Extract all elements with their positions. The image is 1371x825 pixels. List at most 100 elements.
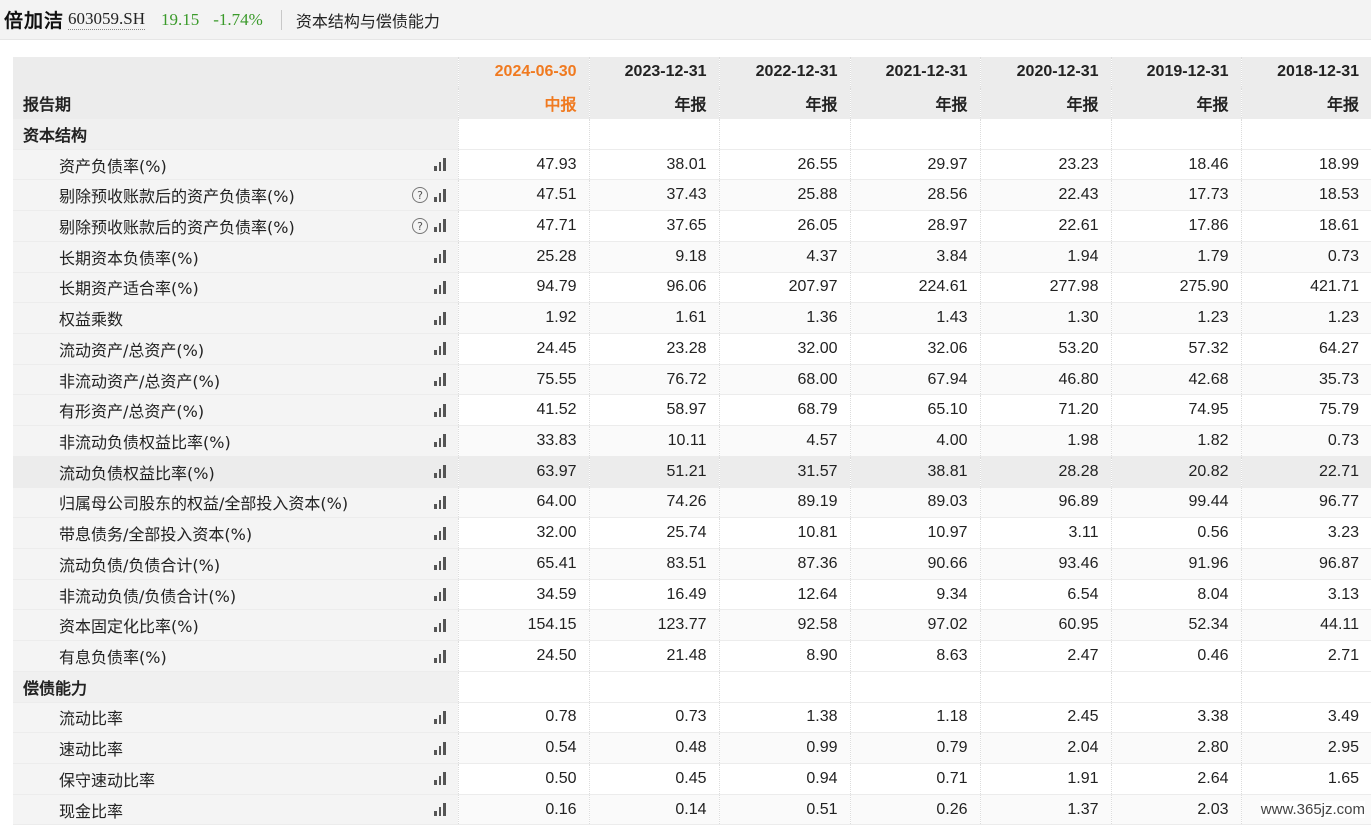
metric-name: 权益乘数 [59, 310, 124, 330]
report-type: 中报 [457, 87, 589, 119]
bar-chart-icon[interactable] [434, 434, 446, 448]
metric-name: 带息债务/全部投入资本(%) [59, 525, 253, 545]
table-row[interactable]: 非流动负债/负债合计(%) 34.59 16.49 12.64 9.34 6.54 8.04… [13, 579, 1371, 611]
table-row[interactable]: 速动比率 0.54 0.48 0.99 0.79 2.04 2.80 2.95 [13, 732, 1371, 765]
bar-chart-icon[interactable] [434, 557, 446, 571]
date-header[interactable]: 2018-12-31 [1240, 57, 1371, 89]
value-cell: 26.55 [718, 149, 850, 181]
table-row[interactable]: 长期资产适合率(%) 94.79 96.06 207.97 224.61 277.98 27… [13, 272, 1371, 304]
value-cell: 18.53 [1240, 179, 1371, 212]
date-header[interactable]: 2019-12-31 [1110, 57, 1241, 89]
table-row[interactable]: 剔除预收账款后的资产负债率(%)? 47.71 37.65 26.05 28.97 22.… [13, 210, 1371, 242]
bar-chart-icon[interactable] [434, 403, 446, 417]
bar-chart-icon[interactable] [434, 741, 446, 755]
value-cell: 47.51 [457, 179, 589, 212]
value-cell: 46.80 [979, 364, 1111, 396]
table-row[interactable]: 带息债务/全部投入资本(%) 32.00 25.74 10.81 10.97 3.11 0.… [13, 517, 1371, 549]
value-cell: 1.30 [979, 302, 1111, 334]
value-cell: 28.97 [849, 210, 980, 242]
bar-chart-icon[interactable] [434, 373, 446, 387]
report-type: 年报 [718, 87, 850, 119]
value-cell: 17.73 [1110, 179, 1241, 212]
value-cell: 35.73 [1240, 364, 1371, 396]
value-cell: 20.82 [1110, 456, 1241, 488]
bar-chart-icon[interactable] [434, 803, 446, 817]
table-row[interactable]: 归属母公司股东的权益/全部投入资本(%) 64.00 74.26 89.19 89.03… [13, 487, 1371, 519]
section-filler [1240, 671, 1371, 703]
section-filler [588, 118, 719, 150]
date-header[interactable]: 2024-06-30 [457, 57, 589, 89]
table-row[interactable]: 现金比率 0.16 0.14 0.51 0.26 1.37 2.03 [13, 794, 1371, 825]
value-cell: 0.46 [1110, 640, 1241, 672]
table-row[interactable]: 保守速动比率 0.50 0.45 0.94 0.71 1.91 2.64 1.65 [13, 763, 1371, 795]
value-cell: 75.79 [1240, 394, 1371, 427]
value-cell: 1.94 [979, 241, 1111, 273]
table-row[interactable]: 流动比率 0.78 0.73 1.38 1.18 2.45 3.38 3.49 [13, 702, 1371, 734]
value-cell: 42.68 [1110, 364, 1241, 396]
value-cell: 74.95 [1110, 394, 1241, 427]
value-cell: 63.97 [457, 456, 589, 488]
bar-chart-icon[interactable] [434, 311, 446, 325]
bar-chart-icon[interactable] [434, 342, 446, 356]
value-cell: 2.71 [1240, 640, 1371, 672]
value-cell: 1.38 [718, 702, 850, 734]
date-header[interactable]: 2023-12-31 [588, 57, 719, 89]
report-type: 年报 [1240, 87, 1371, 119]
value-cell: 0.48 [588, 732, 719, 765]
section-filler [849, 118, 980, 150]
value-cell: 12.64 [718, 579, 850, 611]
metric-name: 资产负债率(%) [59, 156, 167, 176]
value-cell: 0.54 [457, 732, 589, 765]
table-row[interactable]: 权益乘数 1.92 1.61 1.36 1.43 1.30 1.23 1.23 [13, 302, 1371, 334]
metric-name: 流动负债权益比率(%) [59, 463, 215, 483]
table-row[interactable]: 流动负债权益比率(%) 63.97 51.21 31.57 38.81 28.28 20.8… [13, 456, 1371, 488]
bar-chart-icon[interactable] [434, 495, 446, 509]
bar-chart-icon[interactable] [434, 250, 446, 264]
bar-chart-icon[interactable] [434, 649, 446, 663]
date-header[interactable]: 2022-12-31 [718, 57, 850, 89]
help-icon[interactable]: ? [412, 187, 428, 204]
stock-code-link[interactable]: 603059.SH [68, 9, 145, 30]
value-cell: 0.71 [849, 763, 980, 795]
date-header[interactable]: 2020-12-31 [979, 57, 1111, 89]
value-cell: 2.45 [979, 702, 1111, 734]
table-row[interactable]: 流动资产/总资产(%) 24.45 23.28 32.00 32.06 53.20 57.3… [13, 333, 1371, 365]
bar-chart-icon[interactable] [434, 710, 446, 724]
metric-name: 长期资产适合率(%) [59, 279, 199, 299]
section-title: 资本结构 [13, 118, 458, 150]
help-icon[interactable]: ? [412, 217, 428, 234]
value-cell: 4.00 [849, 425, 980, 457]
row-label-cell: 权益乘数 [13, 302, 458, 334]
table-row[interactable]: 有形资产/总资产(%) 41.52 58.97 68.79 65.10 71.20 74.9… [13, 394, 1371, 427]
value-cell: 96.06 [588, 272, 719, 304]
table-row[interactable]: 剔除预收账款后的资产负债率(%)? 47.51 37.43 25.88 28.56 22.… [13, 179, 1371, 212]
bar-chart-icon[interactable] [434, 588, 446, 602]
row-label-cell: 有息负债率(%) [13, 640, 458, 672]
bar-chart-icon[interactable] [434, 188, 446, 202]
value-cell: 25.88 [718, 179, 850, 212]
value-cell: 21.48 [588, 640, 719, 672]
bar-chart-icon[interactable] [434, 526, 446, 540]
value-cell: 277.98 [979, 272, 1111, 304]
date-header[interactable]: 2021-12-31 [849, 57, 980, 89]
row-label-cell: 流动负债权益比率(%) [13, 456, 458, 488]
table-row[interactable]: 资产负债率(%) 47.93 38.01 26.55 29.97 23.23 18.46 18… [13, 149, 1371, 181]
bar-chart-icon[interactable] [434, 158, 446, 172]
bar-chart-icon[interactable] [434, 465, 446, 479]
value-cell: 1.82 [1110, 425, 1241, 457]
value-cell: 33.83 [457, 425, 589, 457]
table-row[interactable]: 流动负债/负债合计(%) 65.41 83.51 87.36 90.66 93.46 91.… [13, 548, 1371, 580]
value-cell: 3.13 [1240, 579, 1371, 611]
bar-chart-icon[interactable] [434, 280, 446, 294]
bar-chart-icon[interactable] [434, 772, 446, 786]
bar-chart-icon[interactable] [434, 219, 446, 233]
row-label-cell: 速动比率 [13, 732, 458, 765]
value-cell: 68.00 [718, 364, 850, 396]
row-label-cell: 流动比率 [13, 702, 458, 734]
table-row[interactable]: 资本固定化比率(%) 154.15 123.77 92.58 97.02 60.95 52.… [13, 609, 1371, 642]
table-row[interactable]: 有息负债率(%) 24.50 21.48 8.90 8.63 2.47 0.46 2.71 [13, 640, 1371, 672]
table-row[interactable]: 非流动资产/总资产(%) 75.55 76.72 68.00 67.94 46.80 42.… [13, 364, 1371, 396]
table-row[interactable]: 非流动负债权益比率(%) 33.83 10.11 4.57 4.00 1.98 1.82 0.… [13, 425, 1371, 457]
table-row[interactable]: 长期资本负债率(%) 25.28 9.18 4.37 3.84 1.94 1.79 0.73 [13, 241, 1371, 273]
bar-chart-icon[interactable] [434, 618, 446, 632]
